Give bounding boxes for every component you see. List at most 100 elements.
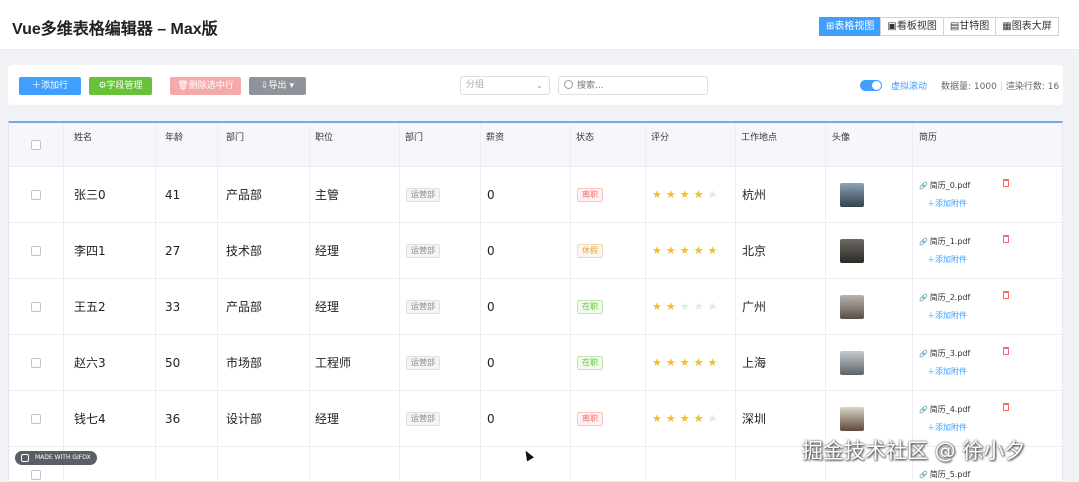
resume-file-link[interactable]: 🔗 简历_3.pdf	[919, 348, 970, 359]
add-attachment-link[interactable]: ＋添加附件	[927, 422, 967, 433]
age-cell[interactable]: 36	[156, 391, 218, 446]
name-cell[interactable]: 李四1	[64, 223, 156, 278]
add-attachment-link[interactable]: ＋添加附件	[927, 366, 967, 377]
status-cell[interactable]: 在职	[571, 335, 646, 390]
rating-stars[interactable]: ★ ★ ★ ★ ★	[652, 413, 721, 424]
age-cell[interactable]	[156, 447, 218, 481]
city-cell[interactable]: 北京	[736, 223, 826, 278]
department-cell[interactable]: 市场部	[218, 335, 310, 390]
star-icon[interactable]: ★	[680, 301, 690, 312]
star-icon[interactable]: ★	[666, 413, 676, 424]
dept-tag-cell[interactable]: 运营部	[400, 391, 481, 446]
table-row[interactable]: 李四1 27 技术部 经理 运营部 0 休假 ★ ★ ★ ★ ★ 北京 🔗 简历_1.pdf ＋添加附件	[9, 223, 1062, 279]
status-cell[interactable]: 离职	[571, 167, 646, 222]
star-icon[interactable]: ★	[708, 189, 718, 200]
department-cell[interactable]: 技术部	[218, 223, 310, 278]
field-manage-button[interactable]: ⚙字段管理	[89, 77, 152, 95]
rating-stars[interactable]: ★ ★ ★ ★ ★	[652, 357, 721, 368]
resume-file-link[interactable]: 🔗 简历_4.pdf	[919, 404, 970, 415]
position-cell[interactable]: 工程师	[310, 335, 400, 390]
search-input[interactable]	[577, 79, 702, 92]
position-cell[interactable]: 经理	[310, 279, 400, 334]
rating-cell[interactable]	[646, 447, 736, 481]
rating-cell[interactable]: ★ ★ ★ ★ ★	[646, 223, 736, 278]
star-icon[interactable]: ★	[666, 301, 676, 312]
rating-cell[interactable]: ★ ★ ★ ★ ★	[646, 391, 736, 446]
star-icon[interactable]: ★	[652, 413, 662, 424]
salary-cell[interactable]: 0	[481, 335, 571, 390]
star-icon[interactable]: ★	[680, 413, 690, 424]
star-icon[interactable]: ★	[694, 189, 704, 200]
star-icon[interactable]: ★	[680, 189, 690, 200]
department-cell[interactable]: 产品部	[218, 167, 310, 222]
name-cell[interactable]: 张三0	[64, 167, 156, 222]
city-cell[interactable]: 广州	[736, 279, 826, 334]
rating-stars[interactable]: ★ ★ ★ ★ ★	[652, 245, 721, 256]
group-select[interactable]: 分组 ⌄	[460, 76, 550, 95]
row-checkbox[interactable]	[31, 189, 41, 200]
rating-cell[interactable]: ★ ★ ★ ★ ★	[646, 279, 736, 334]
row-checkbox[interactable]	[31, 413, 41, 424]
column-header[interactable]: 部门	[218, 123, 310, 167]
department-cell[interactable]: 产品部	[218, 279, 310, 334]
star-icon[interactable]: ★	[666, 245, 676, 256]
age-cell[interactable]: 41	[156, 167, 218, 222]
star-icon[interactable]: ★	[708, 245, 718, 256]
dept-tag-cell[interactable]	[400, 447, 481, 481]
rating-cell[interactable]: ★ ★ ★ ★ ★	[646, 167, 736, 222]
name-cell[interactable]: 钱七4	[64, 391, 156, 446]
status-cell[interactable]: 在职	[571, 279, 646, 334]
star-icon[interactable]: ★	[708, 301, 718, 312]
add-row-button[interactable]: ＋添加行	[19, 77, 81, 95]
status-cell[interactable]	[571, 447, 646, 481]
star-icon[interactable]: ★	[694, 301, 704, 312]
select-all-checkbox[interactable]	[31, 140, 41, 150]
row-checkbox[interactable]	[31, 245, 41, 256]
resume-file-link[interactable]: 🔗 简历_5.pdf	[919, 469, 970, 480]
dept-tag-cell[interactable]: 运营部	[400, 223, 481, 278]
rating-stars[interactable]: ★ ★ ★ ★ ★	[652, 189, 721, 200]
column-header[interactable]: 姓名	[64, 123, 156, 167]
delete-file-icon[interactable]	[1003, 235, 1009, 243]
table-row[interactable]: 张三0 41 产品部 主管 运营部 0 离职 ★ ★ ★ ★ ★ 杭州 🔗 简历_0.pdf ＋添加附件	[9, 167, 1062, 223]
status-cell[interactable]: 休假	[571, 223, 646, 278]
tab-gantt-view[interactable]: ▤甘特图	[942, 17, 997, 36]
star-icon[interactable]: ★	[694, 357, 704, 368]
delete-file-icon[interactable]	[1003, 403, 1009, 411]
tab-kanban-view[interactable]: ▣看板视图	[880, 17, 944, 36]
delete-file-icon[interactable]	[1003, 347, 1009, 355]
star-icon[interactable]: ★	[694, 245, 704, 256]
rating-cell[interactable]: ★ ★ ★ ★ ★	[646, 335, 736, 390]
dept-tag-cell[interactable]: 运营部	[400, 167, 481, 222]
resume-file-link[interactable]: 🔗 简历_1.pdf	[919, 236, 970, 247]
salary-cell[interactable]: 0	[481, 167, 571, 222]
name-cell[interactable]: 王五2	[64, 279, 156, 334]
column-header[interactable]: 工作地点	[736, 123, 826, 167]
column-header[interactable]: 状态	[571, 123, 646, 167]
position-cell[interactable]: 经理	[310, 223, 400, 278]
resume-file-link[interactable]: 🔗 简历_0.pdf	[919, 180, 970, 191]
column-header[interactable]: 部门	[400, 123, 481, 167]
table-row[interactable]: 王五2 33 产品部 经理 运营部 0 在职 ★ ★ ★ ★ ★ 广州 🔗 简历_2.pdf ＋添加附件	[9, 279, 1062, 335]
star-icon[interactable]: ★	[666, 189, 676, 200]
virtual-scroll-toggle[interactable]	[860, 80, 882, 91]
star-icon[interactable]: ★	[666, 357, 676, 368]
row-checkbox[interactable]	[31, 301, 41, 312]
salary-cell[interactable]: 0	[481, 223, 571, 278]
status-cell[interactable]: 离职	[571, 391, 646, 446]
position-cell[interactable]: 主管	[310, 167, 400, 222]
star-icon[interactable]: ★	[708, 413, 718, 424]
salary-cell[interactable]: 0	[481, 391, 571, 446]
column-header[interactable]: 年龄	[156, 123, 218, 167]
column-header[interactable]: 薪资	[481, 123, 571, 167]
age-cell[interactable]: 33	[156, 279, 218, 334]
export-button[interactable]: ⇩导出 ▾	[249, 77, 306, 95]
name-cell[interactable]: 赵六3	[64, 335, 156, 390]
row-checkbox[interactable]	[31, 357, 41, 368]
star-icon[interactable]: ★	[652, 245, 662, 256]
star-icon[interactable]: ★	[708, 357, 718, 368]
star-icon[interactable]: ★	[680, 357, 690, 368]
dept-tag-cell[interactable]: 运营部	[400, 335, 481, 390]
delete-file-icon[interactable]	[1003, 179, 1009, 187]
row-checkbox[interactable]	[31, 469, 41, 480]
